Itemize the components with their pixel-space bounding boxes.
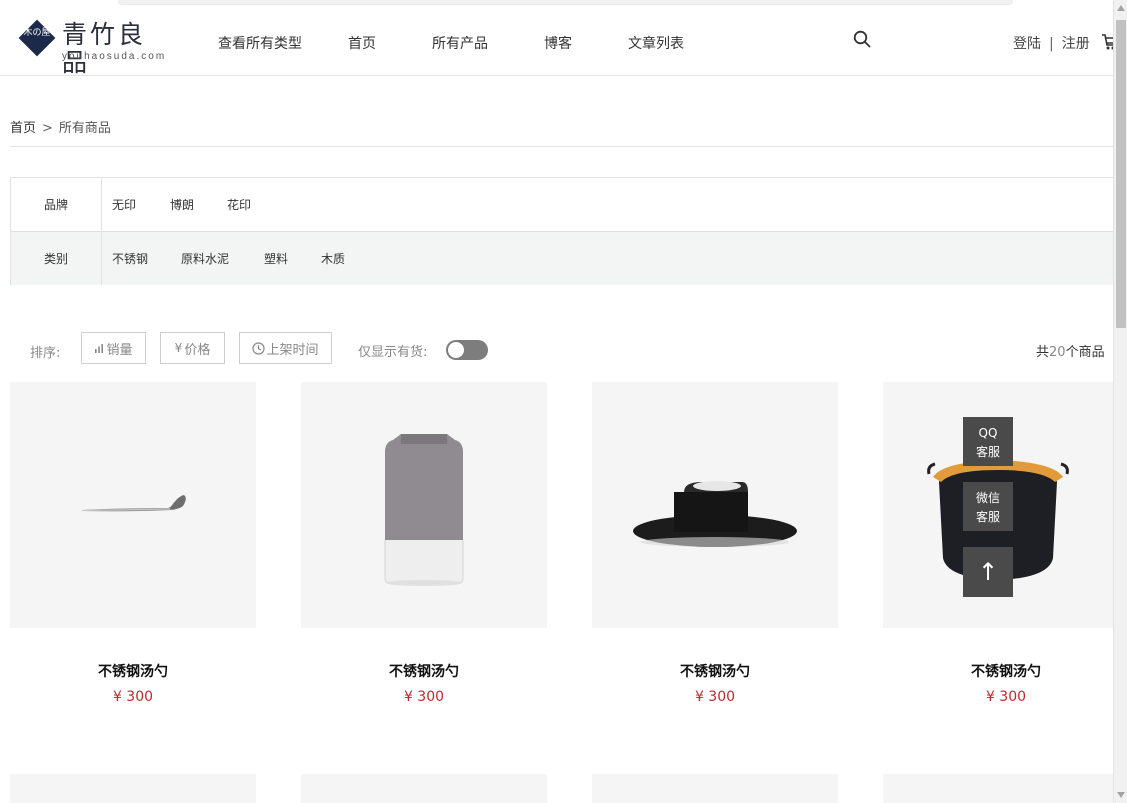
breadcrumb-home[interactable]: 首页 — [10, 121, 36, 136]
product-card-peek[interactable] — [10, 774, 256, 803]
product-card[interactable]: 不锈钢汤勺 ¥ 300 — [10, 382, 256, 705]
product-price: ¥ 300 — [403, 689, 445, 705]
product-price: ¥ 300 — [112, 689, 154, 705]
logo-diamond — [18, 19, 56, 57]
wechat-service-line2: 客服 — [975, 510, 1000, 524]
filter-panel: 品牌 无印 博朗 花印 类别 不锈钢 原料水泥 塑料 木质 — [10, 177, 1114, 285]
product-image[interactable] — [10, 382, 256, 628]
scroll-up-arrow-icon[interactable] — [1117, 5, 1125, 11]
candle-holder-illustration — [633, 481, 797, 547]
nav-home[interactable]: 首页 — [348, 33, 376, 53]
auth-separator: | — [1049, 36, 1054, 52]
sort-time-label: 上架时间 — [266, 342, 319, 358]
product-image[interactable] — [301, 382, 547, 628]
nav-article-list[interactable]: 文章列表 — [628, 33, 684, 53]
sort-by-price-button[interactable]: ¥ 价格 — [160, 332, 225, 364]
nav-blog[interactable]: 博客 — [544, 33, 572, 53]
vase-illustration — [384, 434, 464, 586]
product-card-peek[interactable] — [301, 774, 547, 803]
scroll-down-arrow-icon[interactable] — [1117, 792, 1125, 798]
filter-row-category: 类别 不锈钢 原料水泥 塑料 木质 — [11, 232, 1114, 285]
bar-chart-icon — [95, 344, 104, 353]
auth-links: 登陆 | 注册 — [1013, 33, 1090, 53]
arrow-up-icon: ↑ — [977, 558, 999, 586]
filter-brand-option[interactable]: 博朗 — [170, 178, 194, 231]
filter-brand-label: 品牌 — [11, 178, 102, 231]
count-number: 20 — [1049, 345, 1066, 360]
search-icon[interactable] — [853, 30, 871, 48]
nav-all-products[interactable]: 所有产品 — [432, 33, 488, 53]
nav-all-types[interactable]: 查看所有类型 — [218, 33, 302, 53]
wechat-service-button[interactable]: 微信 客服 — [963, 482, 1013, 531]
filter-category-option[interactable]: 木质 — [321, 232, 345, 285]
filter-brand-option[interactable]: 花印 — [227, 178, 251, 231]
product-card-peek[interactable] — [883, 774, 1113, 803]
breadcrumb-current: 所有商品 — [58, 121, 111, 136]
product-card[interactable]: 不锈钢汤勺 ¥ 300 — [592, 382, 838, 705]
toggle-knob — [448, 342, 464, 358]
browser-top-strip — [0, 0, 1113, 8]
scrollbar-thumb[interactable] — [1116, 20, 1126, 328]
product-name[interactable]: 不锈钢汤勺 — [592, 661, 838, 681]
clock-icon — [252, 341, 266, 355]
logo-seal-text: 木の屋 — [23, 28, 51, 38]
breadcrumb-separator: > — [42, 121, 53, 136]
breadcrumb-divider — [10, 146, 1113, 147]
product-count: 共20个商品 — [1036, 341, 1105, 360]
sort-label: 排序: — [30, 346, 61, 361]
logo-brand-domain: youhaosuda.com — [62, 51, 167, 62]
product-name[interactable]: 不锈钢汤勺 — [10, 661, 256, 681]
filter-category-option[interactable]: 不锈钢 — [112, 232, 148, 285]
product-card-peek[interactable] — [592, 774, 838, 803]
breadcrumb: 首页 > 所有商品 — [10, 117, 111, 136]
filter-brand-option[interactable]: 无印 — [112, 178, 136, 231]
logo-brand-name: 青竹良品 — [62, 20, 147, 77]
site-header: 木の屋 青竹良品 youhaosuda.com 查看所有类型 首页 所有产品 博… — [0, 8, 1115, 77]
qq-service-line1: QQ — [978, 426, 998, 440]
sort-sales-label: 销量 — [106, 342, 133, 358]
product-card[interactable]: 不锈钢汤勺 ¥ 300 — [301, 382, 547, 705]
site-logo[interactable]: 木の屋 青竹良品 youhaosuda.com — [18, 19, 172, 77]
count-suffix: 个商品 — [1065, 345, 1105, 360]
qq-service-line2: 客服 — [975, 445, 1000, 459]
yen-icon: ¥ — [174, 341, 183, 355]
filter-category-label: 类别 — [11, 232, 102, 285]
filter-category-option[interactable]: 塑料 — [264, 232, 288, 285]
sort-by-sales-button[interactable]: 销量 — [81, 332, 146, 364]
register-link[interactable]: 注册 — [1062, 36, 1090, 52]
product-price: ¥ 300 — [985, 689, 1027, 705]
login-link[interactable]: 登陆 — [1013, 36, 1041, 52]
top-strip-pill — [118, 0, 1013, 4]
sort-by-time-button[interactable]: 上架时间 — [239, 332, 332, 364]
wechat-service-line1: 微信 — [975, 491, 1000, 505]
back-to-top-button[interactable]: ↑ — [963, 547, 1013, 597]
spoon-illustration — [81, 495, 186, 512]
stock-only-label: 仅显示有货: — [358, 345, 428, 360]
page-scrollbar[interactable] — [1113, 0, 1127, 803]
count-prefix: 共 — [1036, 345, 1050, 360]
product-image[interactable] — [592, 382, 838, 628]
qq-service-button[interactable]: QQ 客服 — [963, 417, 1013, 466]
product-name[interactable]: 不锈钢汤勺 — [301, 661, 547, 681]
filter-category-option[interactable]: 原料水泥 — [181, 232, 229, 285]
sort-price-label: 价格 — [184, 342, 211, 358]
product-price: ¥ 300 — [694, 689, 736, 705]
product-name[interactable]: 不锈钢汤勺 — [883, 661, 1127, 681]
filter-row-brand: 品牌 无印 博朗 花印 — [11, 178, 1114, 232]
stock-only-toggle[interactable] — [446, 340, 488, 360]
